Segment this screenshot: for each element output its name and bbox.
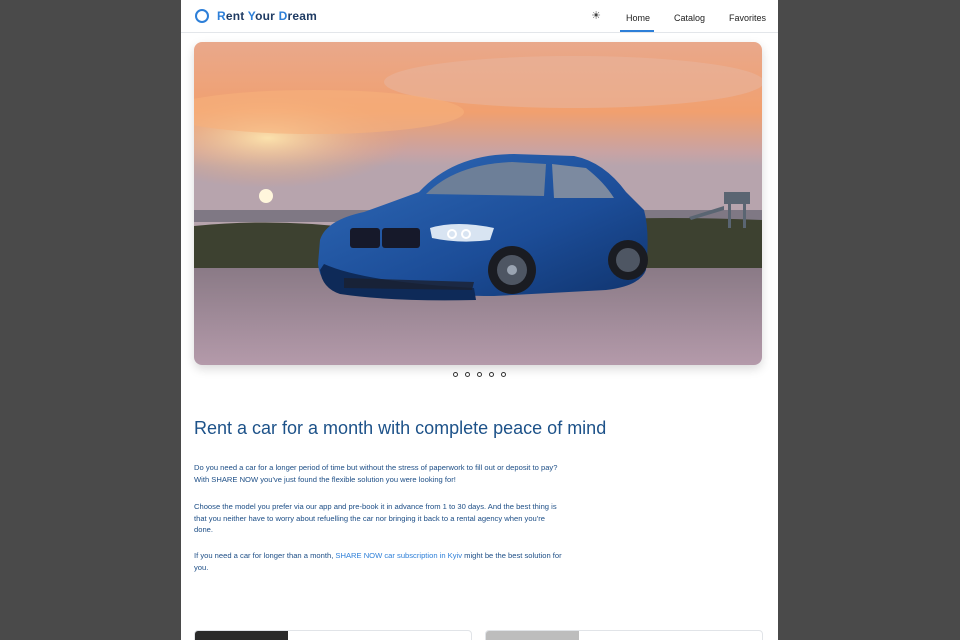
intro-paragraph: Do you need a car for a longer period of… — [194, 463, 558, 484]
carousel-dots — [453, 372, 506, 377]
subscription-paragraph: If you need a car for longer than a mont… — [194, 550, 564, 573]
paragraph-text: If you need a car for longer than a mont… — [194, 551, 336, 560]
carousel-dot[interactable] — [477, 372, 482, 377]
sun-icon[interactable]: ☀ — [591, 11, 601, 22]
nav-active-indicator — [620, 30, 654, 32]
car-card[interactable] — [485, 630, 763, 640]
car-card-image — [195, 631, 288, 640]
nav-favorites[interactable]: Favorites — [729, 13, 766, 23]
nav-home[interactable]: Home — [626, 13, 650, 23]
page-headline: Rent a car for a month with complete pea… — [194, 418, 607, 438]
hero-carousel-image — [194, 42, 762, 365]
carousel-dot[interactable] — [453, 372, 458, 377]
car-photo — [194, 42, 762, 365]
booking-paragraph: Choose the model you prefer via our app … — [194, 502, 557, 534]
carousel-dot[interactable] — [465, 372, 470, 377]
logo-text: Rent Your Dream — [217, 9, 317, 23]
subscription-link[interactable]: SHARE NOW car subscription in Kyiv — [335, 551, 462, 560]
logo[interactable]: Rent Your Dream — [195, 8, 317, 24]
carousel-dot[interactable] — [489, 372, 494, 377]
nav-catalog[interactable]: Catalog — [674, 13, 705, 23]
car-card[interactable] — [194, 630, 472, 640]
car-card-image — [486, 631, 579, 640]
logo-ring-icon — [195, 9, 209, 23]
page: Rent Your Dream ☀ Home Catalog Favorites — [181, 0, 778, 640]
carousel-dot[interactable] — [501, 372, 506, 377]
top-header: Rent Your Dream ☀ Home Catalog Favorites — [181, 0, 778, 33]
